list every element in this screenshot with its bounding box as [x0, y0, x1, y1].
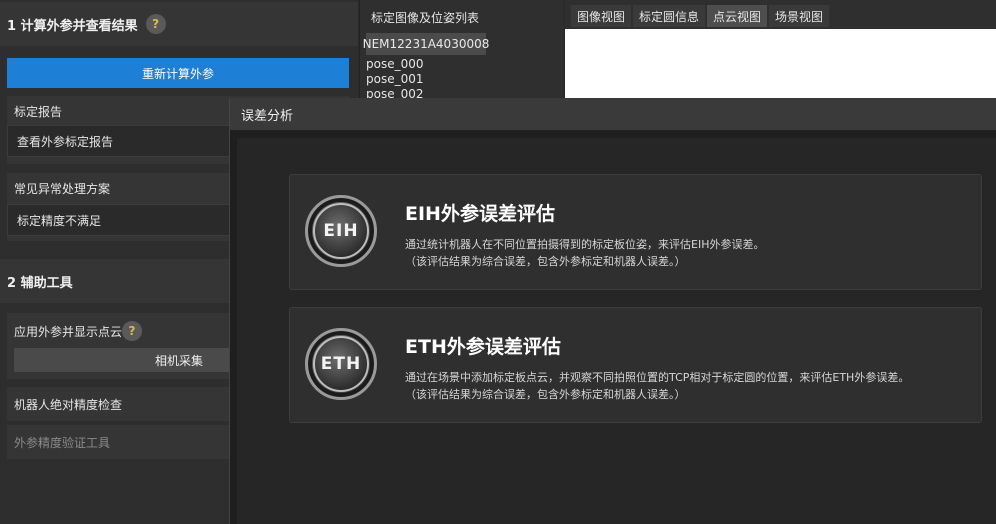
eih-eval-card[interactable]: EIH EIH外参误差评估 通过统计机器人在不同位置拍摄得到的标定板位姿，来评估… — [289, 174, 982, 290]
dialog-title: 误差分析 — [230, 98, 996, 130]
tab-image-view[interactable]: 图像视图 — [571, 5, 632, 27]
camera-tab[interactable]: NEM12231A4030008 — [363, 33, 489, 55]
eth-desc-line2: （该评估结果为综合误差，包含外参标定和机器人误差。） — [405, 388, 686, 401]
eth-eval-card[interactable]: ETH ETH外参误差评估 通过在场景中添加标定板点云，并观察不同拍照位置的TC… — [289, 307, 982, 423]
tab-circle-info[interactable]: 标定圆信息 — [633, 5, 706, 27]
tab-pointcloud-view[interactable]: 点云视图 — [707, 5, 768, 27]
tab-scene-view[interactable]: 场景视图 — [769, 5, 830, 27]
eth-desc-line1: 通过在场景中添加标定板点云，并观察不同拍照位置的TCP相对于标定圆的位置，来评估… — [405, 371, 910, 384]
section-title-compute: 1 计算外参并查看结果 ? — [0, 2, 358, 46]
viewer-tabs: 图像视图 标定圆信息 点云视图 场景视图 — [565, 5, 830, 27]
eih-card-desc: 通过统计机器人在不同位置拍摄得到的标定板位姿，来评估EIH外参误差。 （该评估结… — [405, 236, 764, 270]
dialog-body: EIH EIH外参误差评估 通过统计机器人在不同位置拍摄得到的标定板位姿，来评估… — [237, 138, 996, 524]
pose-item[interactable]: pose_001 — [366, 72, 424, 86]
apply-label: 应用外参并显示点云 — [14, 325, 123, 339]
eih-card-title: EIH外参误差评估 — [405, 203, 555, 225]
viewer-canvas[interactable] — [565, 29, 996, 100]
help-icon[interactable]: ? — [122, 321, 142, 341]
pose-list-title: 标定图像及位姿列表 — [371, 11, 480, 25]
pose-item[interactable]: pose_000 — [366, 57, 424, 71]
error-analysis-dialog: 误差分析 EIH EIH外参误差评估 通过统计机器人在不同位置拍摄得到的标定板位… — [229, 98, 996, 524]
eth-card-desc: 通过在场景中添加标定板点云，并观察不同拍照位置的TCP相对于标定圆的位置，来评估… — [405, 369, 909, 403]
section-title-text: 2 辅助工具 — [7, 275, 73, 291]
eth-badge-text: ETH — [313, 336, 369, 392]
eth-badge-icon: ETH — [305, 328, 377, 400]
recompute-extrinsics-button[interactable]: 重新计算外参 — [7, 58, 349, 88]
viewer-panel: 图像视图 标定圆信息 点云视图 场景视图 — [565, 0, 996, 100]
eth-card-title: ETH外参误差评估 — [405, 336, 561, 358]
eih-desc-line1: 通过统计机器人在不同位置拍摄得到的标定板位姿，来评估EIH外参误差。 — [405, 238, 765, 251]
section-title-text: 1 计算外参并查看结果 — [7, 18, 138, 34]
help-icon[interactable]: ? — [145, 14, 166, 34]
eih-badge-icon: EIH — [305, 195, 377, 267]
eih-desc-line2: （该评估结果为综合误差，包含外参标定和机器人误差。） — [405, 255, 686, 268]
faq-label: 常见异常处理方案 — [14, 182, 111, 196]
pose-list-panel: 标定图像及位姿列表 NEM12231A4030008 pose_000 pose… — [359, 0, 563, 101]
report-label: 标定报告 — [14, 105, 63, 119]
eih-badge-text: EIH — [313, 203, 369, 259]
